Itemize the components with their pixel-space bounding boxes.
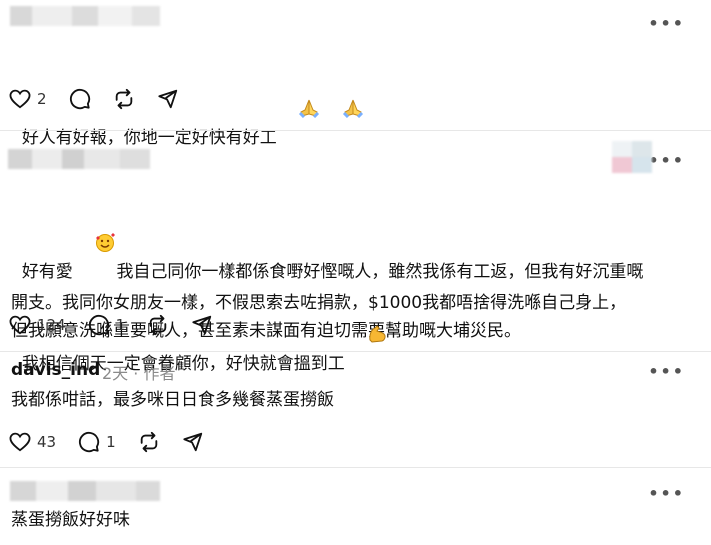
pray-hands-icon [320, 70, 364, 155]
blurred-avatar [612, 141, 652, 173]
reply-button[interactable] [69, 88, 91, 110]
heart-icon [9, 89, 31, 109]
post-actions: 2 [9, 87, 201, 111]
like-count: 43 [37, 433, 57, 451]
more-options-icon[interactable]: ••• [648, 151, 685, 170]
blurred-username [10, 6, 160, 26]
send-icon [192, 315, 212, 335]
reply-count: 1 [106, 433, 116, 451]
divider [0, 351, 711, 352]
reply-button[interactable]: 1 [88, 314, 126, 336]
like-button[interactable]: 2 [9, 89, 47, 109]
blurred-username [10, 481, 160, 501]
author-badge: 作者 [143, 364, 176, 383]
comment-icon [79, 431, 100, 453]
share-button[interactable] [191, 314, 213, 336]
flexed-biceps-icon [345, 296, 389, 381]
repost-icon [115, 88, 132, 110]
like-button[interactable]: 124 [9, 315, 66, 335]
like-count: 124 [37, 316, 66, 334]
heart-icon [9, 432, 31, 452]
repost-button[interactable] [138, 431, 160, 453]
post-text: 蒸蛋撈飯好好味 [11, 510, 130, 530]
divider [0, 130, 711, 131]
repost-button[interactable] [113, 88, 135, 110]
more-options-icon[interactable]: ••• [648, 14, 685, 33]
send-icon [183, 432, 202, 452]
reply-button[interactable]: 1 [78, 431, 116, 453]
comment-icon [88, 314, 109, 336]
more-options-icon[interactable]: ••• [648, 362, 685, 381]
like-count: 2 [37, 90, 47, 108]
repost-icon [149, 314, 167, 336]
pray-hands-icon [277, 70, 321, 155]
reply-count: 1 [115, 316, 126, 334]
like-button[interactable]: 43 [9, 432, 56, 452]
heart-icon [9, 315, 31, 335]
share-button[interactable] [182, 431, 204, 453]
meta-dot: · [133, 364, 139, 383]
post-username[interactable]: davis_ind [11, 360, 100, 380]
post-actions: 124 1 [9, 313, 235, 337]
more-options-icon[interactable]: ••• [648, 484, 685, 503]
post-time: 2天 [102, 364, 129, 383]
divider [0, 467, 711, 468]
post-text: 我都係咁話，最多咪日日食多幾餐蒸蛋撈飯 [11, 390, 334, 410]
repost-icon [140, 431, 157, 453]
blurred-username [8, 149, 150, 169]
comment-icon [69, 88, 90, 110]
post-actions: 43 1 [9, 430, 226, 454]
share-button[interactable] [157, 88, 179, 110]
repost-button[interactable] [147, 314, 169, 336]
post-meta: 2天 · 作者 [102, 360, 175, 384]
send-icon [157, 89, 177, 109]
